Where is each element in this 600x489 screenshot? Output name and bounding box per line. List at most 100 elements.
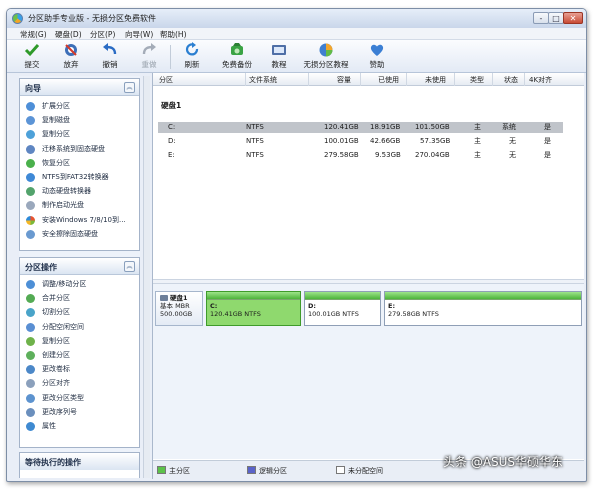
partition-block-d[interactable]: D: 100.01GB NTFS	[304, 291, 381, 326]
op-item-change-type[interactable]: 更改分区类型	[20, 391, 139, 405]
partition-ops-panel-title: 分区操作	[20, 258, 139, 275]
op-item-split[interactable]: 切割分区	[20, 305, 139, 319]
col-4k-aligned[interactable]: 4K对齐	[529, 75, 552, 85]
align-icon	[26, 379, 35, 389]
serial-icon	[26, 407, 35, 417]
menu-partition[interactable]: 分区(P)	[90, 29, 115, 40]
cell-aligned: 是	[544, 123, 551, 131]
refresh-button[interactable]: 刷新	[180, 42, 204, 71]
disk-type: 基本 MBR	[160, 302, 190, 310]
cell-capacity: 120.41GB	[324, 123, 359, 131]
col-used[interactable]: 已使用	[378, 75, 399, 85]
cell-status: 无	[509, 137, 516, 145]
col-status[interactable]: 状态	[504, 75, 518, 85]
op-item-allocate-space[interactable]: 分配空闲空间	[20, 320, 139, 334]
undo-button[interactable]: 撤销	[99, 42, 121, 71]
sponsor-button[interactable]: 赞助	[366, 42, 388, 71]
cell-capacity: 100.01GB	[324, 137, 359, 145]
cell-aligned: 是	[544, 137, 551, 145]
wizard-item-recover-partition[interactable]: 恢复分区	[20, 156, 139, 170]
dynamic-disk-icon	[26, 187, 35, 197]
cell-partition: E:	[168, 151, 175, 159]
op-item-merge[interactable]: 合并分区	[20, 291, 139, 305]
allocate-icon	[26, 322, 35, 332]
boot-disc-icon	[26, 201, 35, 211]
usage-bar	[385, 292, 581, 300]
cell-free: 57.35GB	[420, 137, 451, 145]
op-item-create-partition[interactable]: 创建分区	[20, 348, 139, 362]
title-bar[interactable]: 分区助手专业版 - 无损分区免费软件 - □ ✕	[7, 9, 586, 28]
usage-bar	[305, 292, 380, 300]
toolbar-divider	[170, 45, 171, 69]
op-item-resize-move[interactable]: 调整/移动分区	[20, 277, 139, 291]
col-type[interactable]: 类型	[470, 75, 484, 85]
wizard-item-copy-disk[interactable]: 复制磁盘	[20, 113, 139, 127]
table-row[interactable]: E: NTFS 279.58GB 9.53GB 270.04GB 主 无 是	[158, 150, 563, 161]
discard-button[interactable]: 放弃	[60, 42, 82, 71]
col-free[interactable]: 未使用	[425, 75, 446, 85]
cell-partition: C:	[168, 123, 176, 131]
collapse-ops-button[interactable]: ︽	[124, 261, 135, 272]
col-partition[interactable]: 分区	[159, 75, 173, 85]
partition-block-c[interactable]: C: 120.41GB NTFS	[206, 291, 301, 326]
column-header: 分区 文件系统 容量 已使用 未使用 类型 状态 4K对齐	[153, 73, 584, 86]
sidebar-scrollbar[interactable]	[143, 76, 150, 478]
close-button[interactable]: ✕	[563, 12, 583, 24]
heart-icon	[370, 44, 384, 56]
wizard-item-install-windows[interactable]: 安装Windows 7/8/10到...	[20, 213, 139, 227]
free-backup-button[interactable]: 免费备份	[218, 42, 256, 71]
col-filesystem[interactable]: 文件系统	[249, 75, 277, 85]
window-title: 分区助手专业版 - 无损分区免费软件	[28, 14, 156, 23]
table-row[interactable]: D: NTFS 100.01GB 42.66GB 57.35GB 主 无 是	[158, 136, 563, 147]
op-item-copy-partition[interactable]: 复制分区	[20, 334, 139, 348]
menu-general[interactable]: 常规(G)	[20, 29, 47, 40]
wizard-item-boot-disc[interactable]: 制作启动光盘	[20, 198, 139, 212]
col-divider	[360, 73, 361, 86]
label-icon	[26, 365, 35, 375]
redo-icon	[142, 43, 156, 55]
redo-button[interactable]: 重做	[138, 42, 160, 71]
cell-partition: D:	[168, 137, 176, 145]
pending-ops-panel: 等待执行的操作	[19, 452, 140, 478]
wizard-panel: 向导 ︽ 扩展分区 复制磁盘 复制分区 迁移系统到固态硬盘 恢复分区 NTFS到…	[19, 78, 140, 251]
wizard-item-ntfs-fat32[interactable]: NTFS到FAT32转换器	[20, 170, 139, 184]
menu-wizard[interactable]: 向导(W)	[125, 29, 153, 40]
menu-help[interactable]: 帮助(H)	[160, 29, 187, 40]
tutorial-button[interactable]: 教程	[268, 42, 290, 71]
col-divider	[524, 73, 525, 86]
wizard-item-migrate-os[interactable]: 迁移系统到固态硬盘	[20, 142, 139, 156]
refresh-icon	[185, 42, 199, 56]
maximize-button[interactable]: □	[548, 12, 564, 24]
cell-free: 101.50GB	[415, 123, 450, 131]
menu-bar: 常规(G) 硬盘(D) 分区(P) 向导(W) 帮助(H)	[7, 28, 586, 40]
partition-letter: E:	[388, 302, 396, 310]
wizard-item-secure-erase[interactable]: 安全擦除固态硬盘	[20, 227, 139, 241]
wizard-item-copy-partition[interactable]: 复制分区	[20, 127, 139, 141]
disk-map: 硬盘1 基本 MBR 500.00GB C: 120.41GB NTFS D: …	[153, 284, 584, 459]
wizard-item-extend-partition[interactable]: 扩展分区	[20, 99, 139, 113]
op-item-properties[interactable]: 属性	[20, 419, 139, 433]
partition-tutorial-button[interactable]: 无损分区教程	[301, 42, 351, 71]
commit-button[interactable]: 提交	[21, 42, 43, 71]
wizard-item-dynamic-disk[interactable]: 动态硬盘转换器	[20, 184, 139, 198]
col-divider	[492, 73, 493, 86]
tutorial-icon	[272, 45, 286, 55]
minimize-button[interactable]: -	[533, 12, 549, 24]
disk-info-box[interactable]: 硬盘1 基本 MBR 500.00GB	[155, 291, 203, 326]
legend-swatch	[336, 466, 345, 474]
cell-type: 主	[474, 123, 481, 131]
cell-free: 270.04GB	[415, 151, 450, 159]
table-row[interactable]: C: NTFS 120.41GB 18.91GB 101.50GB 主 系统 是	[158, 122, 563, 133]
sidebar: 向导 ︽ 扩展分区 复制磁盘 复制分区 迁移系统到固态硬盘 恢复分区 NTFS到…	[19, 76, 140, 478]
legend-swatch	[157, 466, 166, 474]
collapse-wizard-button[interactable]: ︽	[124, 82, 135, 93]
toolbar: 提交 放弃 撤销 重做 刷新 免费备份 教程 无损分区教程 赞助	[7, 40, 586, 73]
col-capacity[interactable]: 容量	[337, 75, 351, 85]
menu-disk[interactable]: 硬盘(D)	[55, 29, 82, 40]
op-item-change-label[interactable]: 更改卷标	[20, 362, 139, 376]
op-item-align[interactable]: 分区对齐	[20, 376, 139, 390]
partition-block-e[interactable]: E: 279.58GB NTFS	[384, 291, 582, 326]
copy-disk-icon	[26, 116, 35, 126]
col-divider	[245, 73, 246, 86]
op-item-change-serial[interactable]: 更改序列号	[20, 405, 139, 419]
